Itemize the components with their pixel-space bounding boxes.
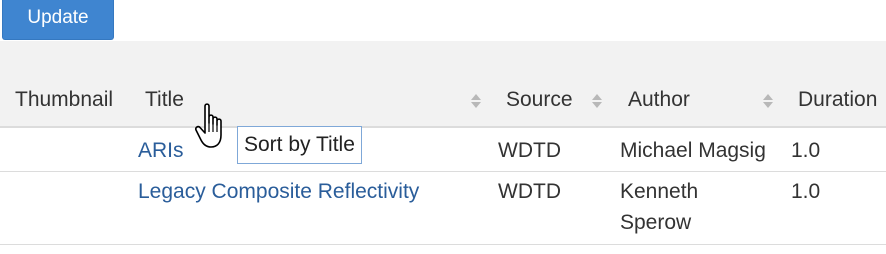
column-header-thumbnail: Thumbnail: [15, 88, 114, 111]
column-header-title[interactable]: Title: [145, 88, 184, 112]
row-author: Kenneth: [620, 180, 699, 203]
row-divider: [0, 244, 886, 245]
update-button[interactable]: Update: [2, 0, 114, 40]
sort-updown-icon[interactable]: [591, 93, 603, 109]
column-header-author[interactable]: Author: [628, 88, 690, 112]
row-duration: 1.0: [791, 180, 821, 203]
sort-updown-icon[interactable]: [470, 93, 482, 109]
column-header-source[interactable]: Source: [506, 88, 573, 112]
row-source: WDTD: [498, 139, 561, 162]
row-source: WDTD: [498, 180, 561, 203]
hand-pointer-icon: [195, 103, 222, 148]
column-header-duration: Duration: [798, 88, 878, 111]
row-author: Michael Magsig: [620, 139, 766, 162]
row-divider: [0, 171, 886, 172]
row-title-link[interactable]: Legacy Composite Reflectivity: [138, 176, 419, 207]
row-author-continued: Sperow: [620, 211, 692, 234]
table-header: [0, 41, 886, 128]
row-duration: 1.0: [791, 139, 821, 162]
row-title-link[interactable]: ARIs: [138, 135, 184, 166]
sort-tooltip: Sort by Title: [237, 126, 362, 164]
sort-updown-icon[interactable]: [762, 93, 774, 109]
content-list-page: Update Thumbnail Title Source Author Dur…: [0, 0, 886, 254]
